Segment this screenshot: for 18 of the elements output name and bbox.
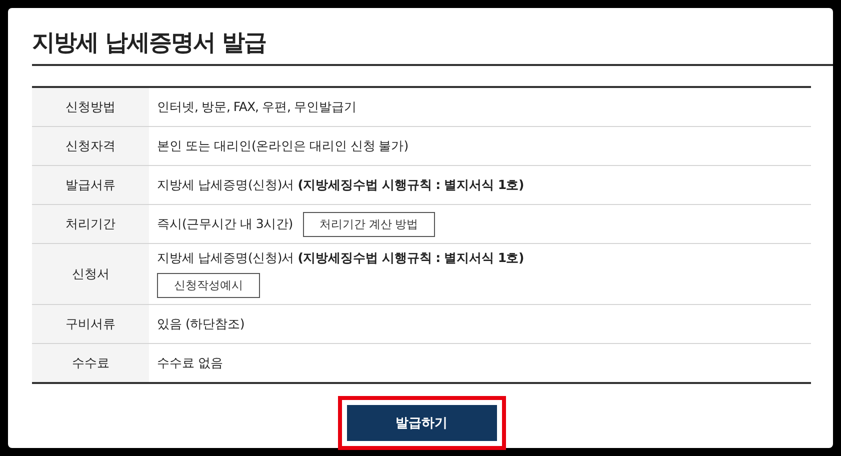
issue-button[interactable]: 발급하기 [346, 405, 496, 441]
example-button[interactable]: 신청작성예시 [157, 273, 260, 298]
row-value: 있음 (하단참조) [157, 316, 244, 332]
row-value: 즉시(근무시간 내 3시간) [157, 216, 293, 232]
row-value: 인터넷, 방문, FAX, 우편, 무인발급기 [157, 98, 356, 116]
page-title: 지방세 납세증명서 발급 [32, 8, 833, 66]
row-label: 처리기간 [32, 205, 149, 243]
row-value: 지방세 납세증명(신청)서 (지방세징수법 시행규칙 : 별지서식 1호) [157, 250, 524, 267]
row-label: 수수료 [32, 344, 149, 382]
row-label: 신청서 [32, 244, 149, 304]
row-label: 신청방법 [32, 88, 149, 126]
row-value: 지방세 납세증명(신청)서 (지방세징수법 시행규칙 : 별지서식 1호) [157, 176, 524, 194]
info-button[interactable]: 처리기간 계산 방법 [302, 212, 435, 236]
row-label: 발급서류 [32, 166, 149, 204]
row-label: 신청자격 [32, 127, 149, 165]
row-label: 구비서류 [32, 305, 149, 343]
row-value: 수수료 없음 [157, 354, 223, 372]
row-value: 본인 또는 대리인(온라인은 대리인 신청 불가) [157, 138, 408, 154]
